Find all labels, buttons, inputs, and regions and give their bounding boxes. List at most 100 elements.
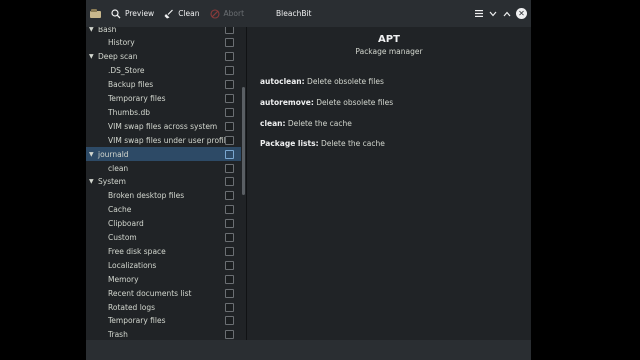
option-text: Delete obsolete files [313, 98, 394, 107]
close-icon[interactable]: ✕ [516, 8, 527, 19]
preview-label: Preview [125, 9, 155, 18]
tree-item-label: clean [108, 163, 129, 173]
expander-triangle-icon[interactable]: ▼ [89, 178, 94, 185]
tree-item-checkbox[interactable] [225, 135, 234, 145]
option-description: autoremove: Delete obsolete files [260, 98, 393, 107]
tree-option[interactable]: History [86, 36, 241, 50]
tree-option[interactable]: .DS_Store [86, 64, 241, 78]
tree-option[interactable]: VIM swap files across system [86, 119, 241, 133]
chevron-up-icon[interactable] [500, 0, 514, 27]
tree-item-label: Deep scan [98, 52, 138, 62]
tree-item-label: Temporary files [108, 316, 166, 326]
tree-option[interactable]: Cache [86, 203, 241, 217]
tree-item-checkbox[interactable] [225, 149, 234, 159]
tree-item-checkbox[interactable] [225, 177, 234, 187]
tree-item-label: System [98, 177, 126, 187]
tree-item-label: Bash [98, 27, 117, 34]
abort-label: Abort [223, 9, 245, 18]
hamburger-icon[interactable] [472, 0, 486, 27]
tree-option[interactable]: Broken desktop files [86, 189, 241, 203]
tree-item-checkbox[interactable] [225, 288, 234, 298]
tree-option[interactable]: Temporary files [86, 314, 241, 328]
option-text: Delete the cache [285, 119, 352, 128]
tree-item-checkbox[interactable] [225, 66, 234, 76]
tree-item-label: Free disk space [108, 246, 166, 256]
tree-item-label: Cache [108, 205, 132, 215]
tree-option[interactable]: clean [86, 161, 241, 175]
preview-button[interactable]: Preview [106, 0, 159, 27]
tree-option[interactable]: Backup files [86, 78, 241, 92]
chevron-down-icon[interactable] [486, 0, 500, 27]
tree-item-checkbox[interactable] [225, 27, 234, 34]
scrollbar-thumb[interactable] [242, 87, 245, 195]
tree-option[interactable]: Custom [86, 231, 241, 245]
tree-option[interactable]: Localizations [86, 258, 241, 272]
broom-icon [164, 9, 174, 18]
tree-item-checkbox[interactable] [225, 52, 234, 62]
tree-option[interactable]: Thumbs.db [86, 105, 241, 119]
tree-item-label: VIM swap files under user profile [108, 135, 231, 145]
tree-option[interactable]: Recent documents list [86, 286, 241, 300]
status-bar [86, 340, 531, 360]
tree-item-checkbox[interactable] [225, 219, 234, 229]
tree-item-checkbox[interactable] [225, 163, 234, 173]
tree-item-label: VIM swap files across system [108, 121, 218, 131]
tree-item-label: Trash [108, 330, 128, 340]
option-description: clean: Delete the cache [260, 119, 352, 128]
tree-item-checkbox[interactable] [225, 191, 234, 201]
search-icon [111, 8, 121, 18]
option-name: autoclean: [260, 77, 305, 86]
detail-panel: APT Package manager autoclean: Delete ob… [247, 27, 531, 340]
tree-category[interactable]: ▼ Bash [86, 27, 241, 36]
window-title: BleachBit [276, 9, 312, 18]
tree-category[interactable]: ▼ System [86, 175, 241, 189]
tree-item-label: History [108, 38, 135, 48]
option-name: Package lists: [260, 139, 319, 148]
clean-label: Clean [178, 9, 200, 18]
tree-option[interactable]: Memory [86, 272, 241, 286]
tree-item-checkbox[interactable] [225, 316, 234, 326]
tree-item-checkbox[interactable] [225, 205, 234, 215]
tree-item-checkbox[interactable] [225, 121, 234, 131]
tree-item-checkbox[interactable] [225, 246, 234, 256]
tree-option[interactable]: Trash [86, 328, 241, 340]
tree-item-label: Rotated logs [108, 302, 156, 312]
tree-item-checkbox[interactable] [225, 107, 234, 117]
tree-option[interactable]: Clipboard [86, 217, 241, 231]
abort-button[interactable]: Abort [205, 0, 250, 27]
clean-button[interactable]: Clean [159, 0, 204, 27]
tree-option[interactable]: Free disk space [86, 244, 241, 258]
tree-item-checkbox[interactable] [225, 233, 234, 242]
title-bar: Preview Clean Abort BleachBit ✕ [86, 0, 531, 27]
tree-item-checkbox[interactable] [225, 94, 234, 103]
tree-item-checkbox[interactable] [225, 302, 234, 312]
stop-icon [209, 8, 220, 19]
tree-item-checkbox[interactable] [225, 38, 234, 48]
tree-category[interactable]: ▼ journald [86, 147, 241, 162]
option-description: Package lists: Delete the cache [260, 139, 385, 148]
cleaner-subtitle: Package manager [355, 47, 423, 56]
tree-option[interactable]: Rotated logs [86, 300, 241, 314]
tree-item-label: Recent documents list [108, 288, 192, 298]
tree-item-label: journald [98, 149, 129, 159]
tree-option[interactable]: VIM swap files under user profile [86, 133, 241, 147]
expander-triangle-icon[interactable]: ▼ [89, 151, 94, 158]
tree-item-label: Localizations [108, 260, 157, 270]
cleaner-title: APT [378, 34, 400, 45]
bleachbit-app-icon [90, 8, 102, 19]
tree-item-label: Clipboard [108, 219, 144, 229]
expander-triangle-icon[interactable]: ▼ [89, 53, 94, 60]
tree-category[interactable]: ▼ Deep scan [86, 50, 241, 64]
expander-triangle-icon[interactable]: ▼ [89, 27, 94, 33]
option-name: autoremove: [260, 98, 314, 107]
tree-item-label: Custom [108, 233, 137, 242]
tree-item-checkbox[interactable] [225, 330, 234, 340]
cleaner-tree: ▼ Bash History ▼ Deep scan .DS_Store Backup fi… [86, 27, 241, 340]
tree-option[interactable]: Temporary files [86, 92, 241, 106]
option-text: Delete the cache [318, 139, 385, 148]
tree-item-checkbox[interactable] [225, 274, 234, 284]
option-text: Delete obsolete files [304, 77, 384, 86]
tree-item-label: Memory [108, 274, 139, 284]
tree-item-checkbox[interactable] [225, 260, 234, 270]
tree-item-checkbox[interactable] [225, 80, 234, 90]
